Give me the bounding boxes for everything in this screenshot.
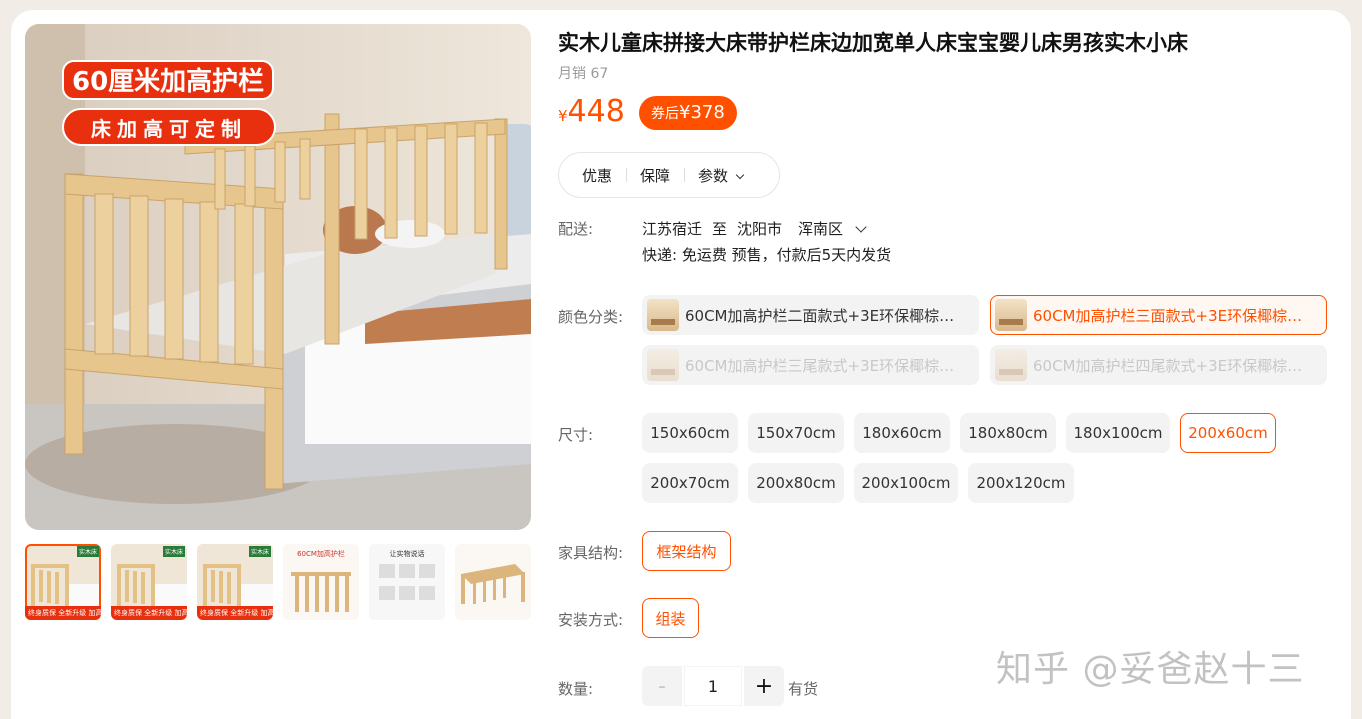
- thumbnail-1[interactable]: 实木床 终身质保 全新升级 加高护栏: [25, 544, 101, 620]
- coupon-price-badge[interactable]: 券后¥378: [639, 96, 737, 130]
- quantity-stepper: - 1 +: [642, 666, 784, 706]
- size-option[interactable]: 200x100cm: [854, 463, 958, 503]
- tab-parameters-label: 参数: [698, 166, 729, 185]
- delivery-city: 沈阳市: [737, 220, 783, 238]
- coupon-label: 券后: [651, 106, 679, 122]
- tab-discount[interactable]: 优惠: [559, 165, 626, 186]
- color-option-disabled[interactable]: 60CM加高护栏三尾款式+3E环保椰棕…: [642, 345, 979, 385]
- color-swatch: [647, 299, 679, 331]
- thumbnail-6[interactable]: [455, 544, 531, 620]
- size-label: 尺寸:: [558, 426, 594, 444]
- color-label: 颜色分类:: [558, 308, 624, 326]
- size-option[interactable]: 180x60cm: [854, 413, 950, 453]
- install-label: 安装方式:: [558, 611, 624, 629]
- thumbnail-badge: 终身质保 全新升级 加高护栏: [111, 606, 187, 620]
- delivery-from: 江苏宿迁: [642, 220, 703, 238]
- thumbnail-tag: 实木床: [248, 546, 271, 557]
- thumbnail-badge: 终身质保 全新升级 加高护栏: [25, 606, 101, 620]
- delivery-to-word: 至: [712, 220, 728, 238]
- thumbnail-tag: 实木床: [162, 546, 185, 557]
- thumbnail-2[interactable]: 实木床 终身质保 全新升级 加高护栏: [111, 544, 187, 620]
- chevron-down-icon: [855, 221, 867, 233]
- thumbnail-tag: 实木床: [76, 546, 99, 557]
- color-swatch: [995, 349, 1027, 381]
- thumbnail-badge: 终身质保 全新升级 加高护栏: [197, 606, 273, 620]
- size-option[interactable]: 200x120cm: [968, 463, 1074, 503]
- info-tabs: 优惠 保障 参数: [558, 152, 780, 198]
- promo-banner-secondary: 床加高可定制: [62, 108, 276, 146]
- thumbnail-label: 60CM加高护栏: [297, 550, 345, 558]
- thumbnail-4[interactable]: 60CM加高护栏: [283, 544, 359, 620]
- delivery-label: 配送:: [558, 220, 594, 238]
- size-option-selected[interactable]: 200x60cm: [1180, 413, 1276, 453]
- main-product-image[interactable]: 60厘米加高护栏 床加高可定制: [25, 24, 531, 530]
- tab-parameters[interactable]: 参数: [684, 165, 757, 186]
- color-swatch: [647, 349, 679, 381]
- coupon-price: ¥378: [679, 102, 725, 123]
- price-currency: ¥: [558, 107, 568, 125]
- promo-banner-primary: 60厘米加高护栏: [62, 60, 275, 100]
- color-option-disabled[interactable]: 60CM加高护栏四尾款式+3E环保椰棕…: [990, 345, 1327, 385]
- quantity-decrease-button[interactable]: -: [642, 666, 682, 706]
- shipping-info: 快递: 免运费 预售，付款后5天内发货: [642, 246, 892, 264]
- price-value: 448: [567, 94, 625, 129]
- monthly-sales: 月销 67: [558, 66, 609, 82]
- size-option[interactable]: 180x100cm: [1066, 413, 1170, 453]
- delivery-route[interactable]: 江苏宿迁至沈阳市 浑南区: [642, 218, 875, 239]
- stock-status: 有货: [788, 680, 819, 698]
- size-option[interactable]: 150x60cm: [642, 413, 738, 453]
- color-option-text: 60CM加高护栏二面款式+3E环保椰棕…: [685, 306, 955, 325]
- install-option[interactable]: 组装: [642, 598, 699, 638]
- thumbnail-strip: 实木床 终身质保 全新升级 加高护栏 实木床 终身质保 全新升级 加高护栏 实木…: [25, 544, 535, 620]
- color-option-selected[interactable]: 60CM加高护栏三面款式+3E环保椰棕…: [990, 295, 1327, 335]
- color-option-text: 60CM加高护栏三尾款式+3E环保椰棕…: [685, 356, 955, 375]
- watermark: 知乎 @妥爸赵十三: [996, 649, 1305, 690]
- price: ¥448: [558, 94, 625, 129]
- structure-label: 家具结构:: [558, 544, 624, 562]
- structure-option[interactable]: 框架结构: [642, 531, 731, 571]
- quantity-input[interactable]: 1: [684, 666, 742, 706]
- quantity-increase-button[interactable]: +: [744, 666, 784, 706]
- color-option[interactable]: 60CM加高护栏二面款式+3E环保椰棕…: [642, 295, 979, 335]
- thumbnail-3[interactable]: 实木床 终身质保 全新升级 加高护栏: [197, 544, 273, 620]
- size-option[interactable]: 200x80cm: [748, 463, 844, 503]
- size-option[interactable]: 200x70cm: [642, 463, 738, 503]
- color-swatch: [995, 299, 1027, 331]
- color-option-text: 60CM加高护栏四尾款式+3E环保椰棕…: [1033, 356, 1303, 375]
- size-option[interactable]: 180x80cm: [960, 413, 1056, 453]
- size-option[interactable]: 150x70cm: [748, 413, 844, 453]
- color-option-text: 60CM加高护栏三面款式+3E环保椰棕…: [1033, 306, 1303, 325]
- delivery-district: 浑南区: [798, 220, 844, 238]
- thumbnail-label: 让实物说话: [389, 550, 425, 558]
- thumbnail-5[interactable]: 让实物说话: [369, 544, 445, 620]
- quantity-label: 数量:: [558, 680, 594, 698]
- chevron-down-icon: [735, 170, 745, 179]
- tab-guarantee[interactable]: 保障: [626, 165, 684, 186]
- product-title: 实木儿童床拼接大床带护栏床边加宽单人床宝宝婴儿床男孩实木小床: [558, 31, 1188, 55]
